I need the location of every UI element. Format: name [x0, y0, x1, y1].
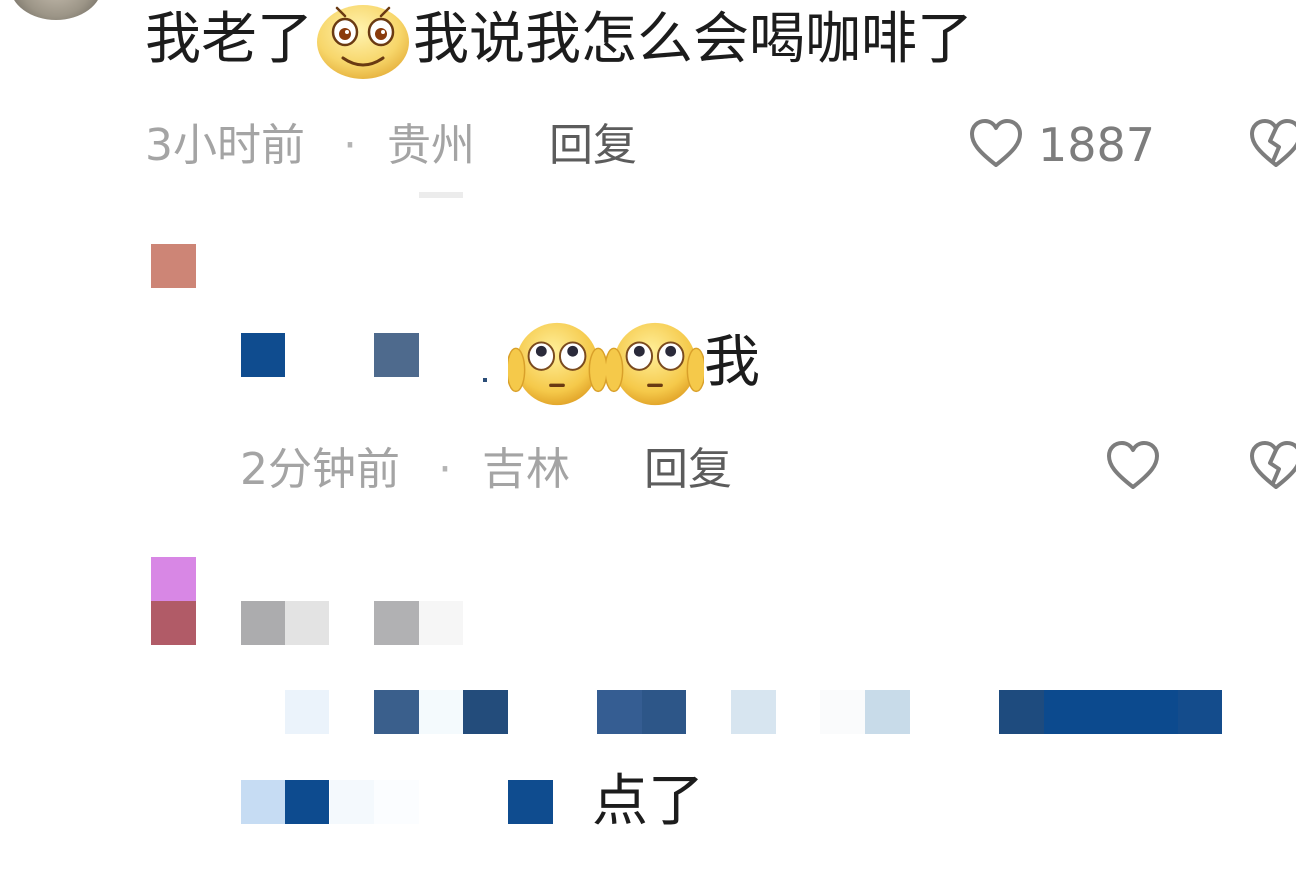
comment-1-location: 贵州 — [387, 120, 475, 171]
heart-outline-icon[interactable] — [966, 115, 1026, 175]
redacted-text-block — [1178, 690, 1222, 734]
redacted-text-block — [642, 690, 686, 734]
redacted-text-block — [597, 690, 642, 734]
redacted-text-block — [374, 780, 419, 824]
hear-no-evil-face-emoji-icon — [604, 318, 706, 408]
comment-2-meta: 2分钟前 · 吉林 回复 — [240, 442, 732, 498]
comment-1-time: 3小时前 — [145, 120, 305, 171]
broken-heart-icon[interactable] — [1246, 115, 1296, 175]
hear-no-evil-face-emoji-icon — [506, 318, 608, 408]
like-count: 1887 — [1038, 118, 1156, 172]
redacted-username-block — [483, 378, 487, 382]
redacted-username-block — [419, 601, 463, 645]
redacted-text-block — [865, 690, 910, 734]
avatar[interactable] — [151, 244, 196, 288]
redacted-text-block — [463, 690, 508, 734]
redacted-username-block — [374, 333, 419, 377]
redacted-text-block — [330, 780, 374, 824]
comment-2-time: 2分钟前 — [240, 444, 400, 495]
redacted-text-block — [419, 690, 463, 734]
redacted-username-block — [241, 333, 285, 377]
divider — [419, 192, 463, 198]
comment-3-text: 点了 — [592, 769, 704, 834]
redacted-text-block — [508, 780, 553, 824]
comment-1-text-before: 我老了 — [145, 7, 313, 72]
meta-separator: · — [343, 120, 357, 171]
redacted-text-block — [285, 690, 329, 734]
avatar[interactable] — [10, 0, 102, 20]
reply-button[interactable]: 回复 — [644, 444, 732, 495]
redacted-text-block — [999, 690, 1044, 734]
comment-1-text: 我老了 我说我怎么会喝咖啡了 — [145, 0, 973, 80]
redacted-text-block — [731, 690, 776, 734]
comment-1-text-after: 我说我怎么会喝咖啡了 — [413, 7, 973, 72]
comment-1-like[interactable]: 1887 — [966, 115, 1155, 175]
redacted-text-block — [285, 780, 329, 824]
meta-separator: · — [438, 444, 452, 495]
redacted-text-block — [820, 690, 865, 734]
heart-outline-icon[interactable] — [1103, 437, 1163, 497]
comment-2-location: 吉林 — [482, 444, 570, 495]
reply-button[interactable]: 回复 — [549, 120, 637, 171]
broken-heart-icon[interactable] — [1246, 437, 1296, 497]
redacted-username-block — [241, 601, 285, 645]
avatar[interactable] — [151, 557, 196, 601]
redacted-text-block — [374, 690, 419, 734]
redacted-text-block — [241, 780, 285, 824]
smiling-face-emoji-icon — [313, 0, 413, 80]
comment-2-text: 我 — [506, 318, 760, 408]
redacted-username-block — [285, 601, 329, 645]
comment-1-meta: 3小时前 · 贵州 回复 — [145, 118, 637, 174]
avatar[interactable] — [151, 601, 196, 645]
redacted-username-block — [374, 601, 419, 645]
comment-2-text-after: 我 — [704, 330, 760, 395]
redacted-text-block — [1044, 690, 1178, 734]
